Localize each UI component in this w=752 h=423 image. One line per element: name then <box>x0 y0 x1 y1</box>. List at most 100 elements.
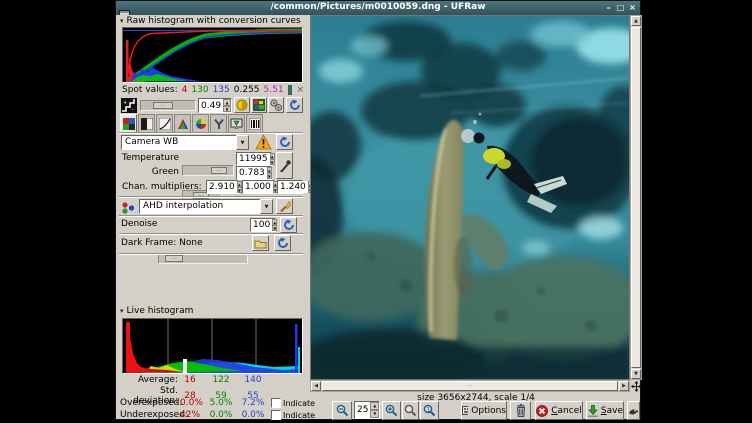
maximize-button[interactable]: □ <box>615 3 626 13</box>
spin-down-icon[interactable]: ▼ <box>370 410 379 418</box>
scroll-left-icon[interactable]: ◀ <box>311 381 321 391</box>
clip-highlights-button[interactable] <box>251 97 267 113</box>
temperature-label: Temperature <box>121 153 179 163</box>
minimize-button[interactable]: – <box>603 3 614 13</box>
spin-down-icon[interactable]: ▼ <box>270 159 275 165</box>
zoom-out-icon <box>336 404 349 417</box>
tab-base-curve[interactable] <box>156 114 173 132</box>
denoise-value[interactable]: 100 <box>251 219 272 231</box>
zoom-100-button[interactable]: 1 <box>420 401 439 420</box>
save-icon <box>587 405 598 417</box>
live-histogram-expander[interactable]: ▾ Live histogram <box>120 306 193 316</box>
spin-down-icon[interactable]: ▼ <box>267 173 272 179</box>
load-dark-frame-button[interactable] <box>252 235 269 251</box>
underexposed-green: 0.0% <box>208 410 234 420</box>
gimp-button[interactable] <box>627 401 640 420</box>
tab-crop-rotate[interactable] <box>210 114 227 132</box>
interpolation-combo[interactable]: AHD interpolation ▼ <box>139 199 273 214</box>
green-value[interactable]: 0.783 <box>237 167 267 179</box>
multiplier-blue-spinbox[interactable]: 1.240 ▲ ▼ <box>277 180 303 194</box>
svg-text:+: + <box>123 100 127 106</box>
tab-color-management[interactable] <box>174 114 191 132</box>
spot-red-value: 4 <box>182 85 188 95</box>
titlebar[interactable]: /common/Pictures/m0010059.dng - UFRaw – … <box>116 1 640 15</box>
zoom-fit-button[interactable] <box>402 401 419 420</box>
raw-histogram-expander[interactable]: ▾ Raw histogram with conversion curves <box>120 16 301 26</box>
denoise-slider-thumb[interactable]: ··· <box>165 255 183 262</box>
pan-icon[interactable] <box>630 380 642 392</box>
combo-arrow-icon[interactable]: ▼ <box>236 135 249 150</box>
overexposed-label: Overexposed: <box>120 398 178 408</box>
denoise-spinbox[interactable]: 100 ▲ ▼ <box>250 218 276 232</box>
grayscale-icon <box>141 118 153 130</box>
vertical-scrollbar-thumb[interactable] <box>631 27 641 368</box>
spot-white-balance-button[interactable] <box>276 152 293 179</box>
multiplier-green-spinbox[interactable]: 1.000 ▲ ▼ <box>242 180 275 194</box>
delete-button[interactable] <box>510 401 531 420</box>
average-row: Average: 16 122 140 <box>120 375 271 385</box>
denoise-label: Denoise <box>121 219 157 229</box>
refresh-icon <box>289 99 301 111</box>
zoom-value[interactable]: 25 <box>355 402 370 418</box>
reset-white-balance-button[interactable] <box>276 134 293 150</box>
save-label: Save <box>601 406 623 416</box>
spin-up-icon[interactable]: ▲ <box>370 402 379 410</box>
save-button[interactable]: Save <box>586 401 624 420</box>
multiplier-green-value[interactable]: 1.000 <box>243 181 273 193</box>
folder-icon <box>254 238 267 249</box>
underexposed-indicate-checkbox[interactable] <box>271 410 281 420</box>
horizontal-scrollbar-thumb[interactable]: ··· <box>322 381 618 391</box>
average-blue: 140 <box>240 375 266 385</box>
temperature-slider[interactable]: ··· <box>182 165 234 176</box>
combo-arrow-icon[interactable]: ▼ <box>260 199 273 214</box>
horizontal-scrollbar[interactable]: ◀ ··· ▶ <box>310 380 630 392</box>
image-preview[interactable] <box>310 15 630 380</box>
white-balance-combo[interactable]: Camera WB ▼ <box>121 135 249 150</box>
zoom-in-button[interactable] <box>382 401 401 420</box>
temperature-spinbox[interactable]: 11995 ▲ ▼ <box>236 152 272 166</box>
zoom-spinbox[interactable]: 25 ▲ ▼ <box>354 401 380 419</box>
spot-color-swatch <box>288 85 293 95</box>
green-spinbox[interactable]: 0.783 ▲ ▼ <box>236 166 272 180</box>
spot-ev-value: 5.51 <box>264 85 284 95</box>
exposure-spinbox[interactable]: 0.49 ▲ ▼ <box>198 98 232 113</box>
close-button[interactable]: × <box>627 3 638 13</box>
multiplier-red-spinbox[interactable]: 2.910 ▲ ▼ <box>206 180 239 194</box>
interpolation-selected: AHD interpolation <box>139 199 260 214</box>
cancel-label: Cancel <box>551 406 582 416</box>
scroll-down-icon[interactable]: ▼ <box>631 369 641 379</box>
exposure-slider[interactable]: ··· <box>140 100 196 111</box>
restore-highlights-button[interactable] <box>234 97 250 113</box>
tab-luminosity-saturation[interactable] <box>192 114 209 132</box>
exposure-slider-thumb[interactable]: ··· <box>153 102 173 109</box>
exposure-value[interactable]: 0.49 <box>199 99 223 112</box>
options-button[interactable]: Options <box>461 401 507 420</box>
reset-exposure-button[interactable] <box>286 97 303 113</box>
multiplier-blue-value[interactable]: 1.240 <box>278 181 308 193</box>
reset-denoise-button[interactable] <box>280 217 297 233</box>
cancel-button[interactable]: Cancel <box>535 401 583 420</box>
scroll-right-icon[interactable]: ▶ <box>619 381 629 391</box>
dark-frame-label: Dark Frame: None <box>121 238 203 248</box>
tab-white-balance[interactable] <box>120 114 137 132</box>
temperature-value[interactable]: 11995 <box>237 153 270 165</box>
scroll-up-icon[interactable]: ▲ <box>631 16 641 26</box>
ufraw-window: /common/Pictures/m0010059.dng - UFRaw – … <box>115 0 641 420</box>
temperature-slider-thumb[interactable]: ··· <box>211 167 227 174</box>
reset-dark-frame-button[interactable] <box>274 235 291 251</box>
spot-close-icon[interactable]: × <box>296 85 304 95</box>
zoom-out-button[interactable] <box>332 401 352 420</box>
spin-down-icon[interactable]: ▼ <box>272 225 277 231</box>
apply-interpolation-button[interactable] <box>276 198 293 214</box>
tab-save[interactable] <box>228 114 245 132</box>
spin-down-icon[interactable]: ▼ <box>223 106 231 113</box>
vertical-scrollbar[interactable]: ▲ ▼ <box>630 15 642 380</box>
tab-grayscale[interactable] <box>138 114 155 132</box>
auto-exposure-button[interactable] <box>268 97 284 113</box>
tab-exif[interactable] <box>246 114 263 132</box>
underexposed-label: Underexposed: <box>120 410 178 420</box>
overexposed-indicate-checkbox[interactable] <box>271 398 281 408</box>
refresh-icon <box>279 136 291 148</box>
overexposed-row: Overexposed: 0.0% 5.0% 7.2% Indicate <box>120 398 315 408</box>
multiplier-red-value[interactable]: 2.910 <box>207 181 237 193</box>
